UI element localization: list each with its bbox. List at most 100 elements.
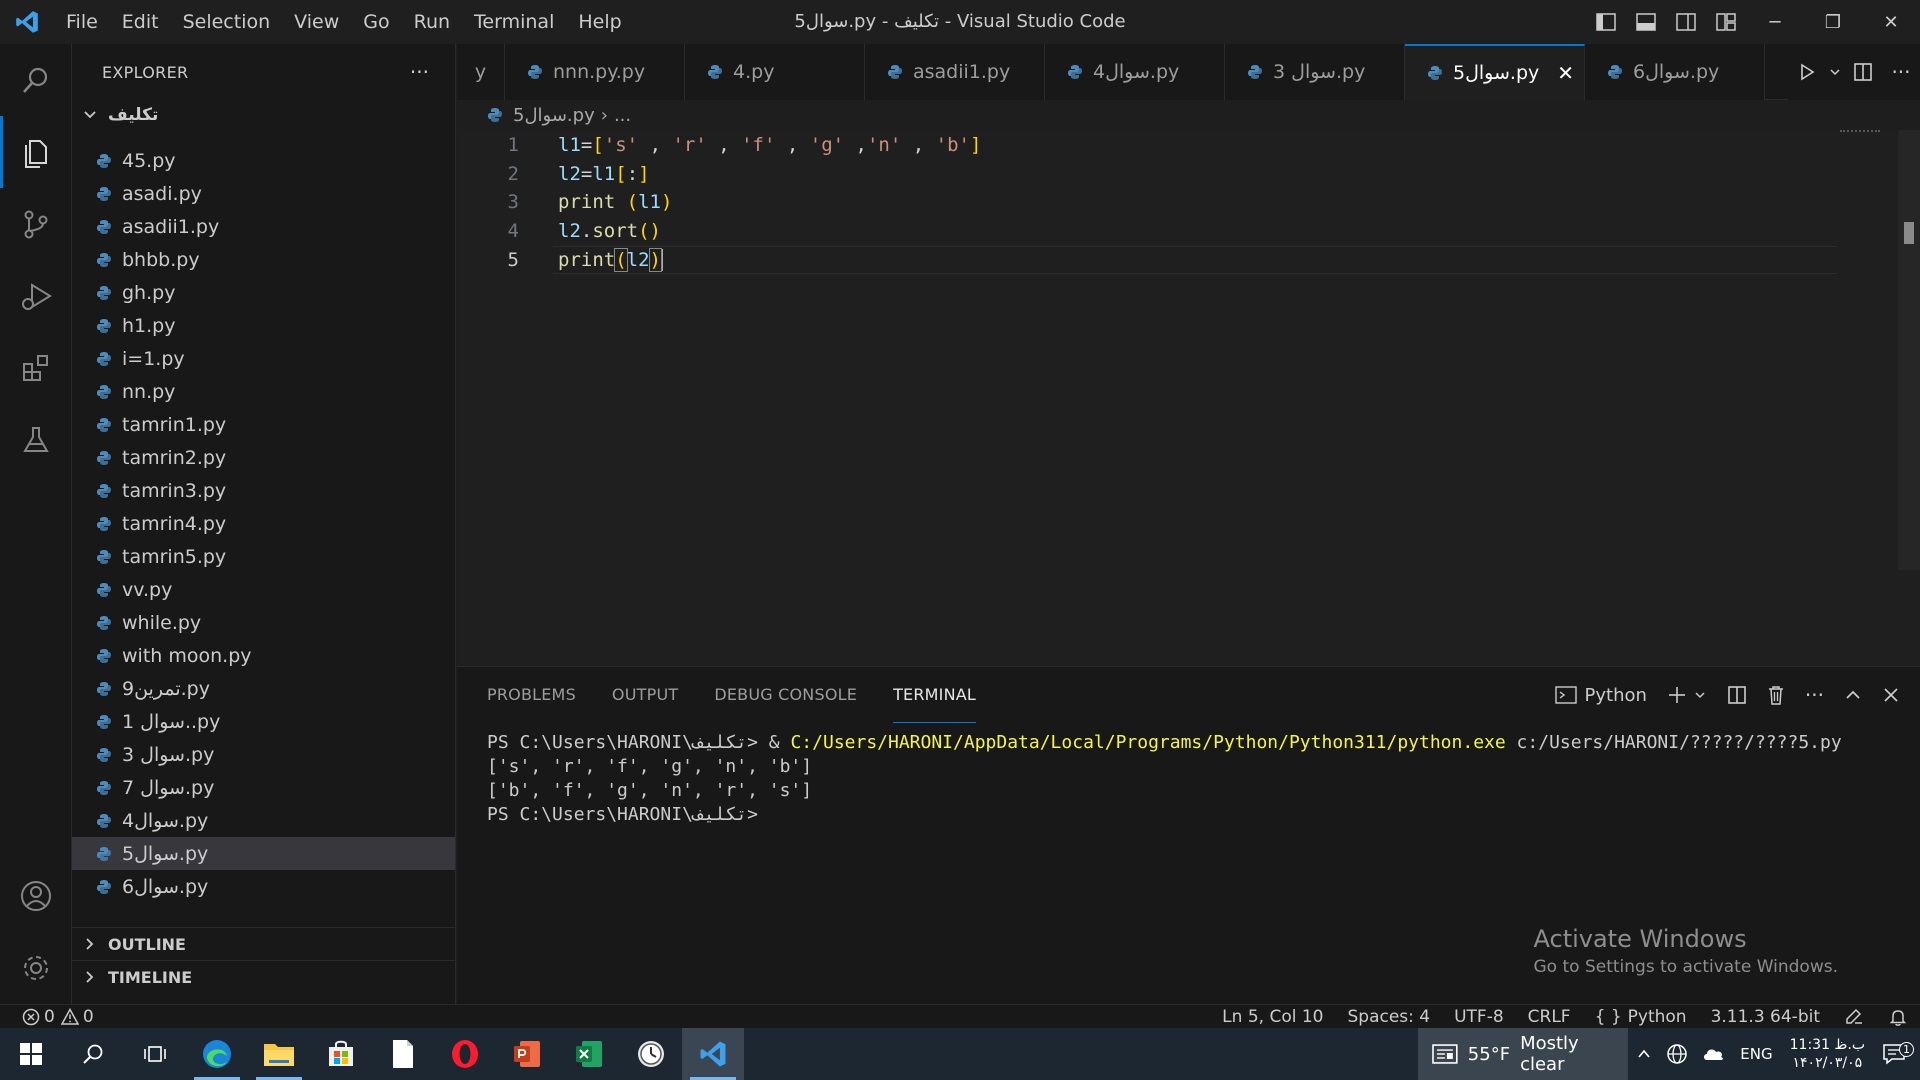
close-panel-icon[interactable] [1872,667,1910,723]
file-item[interactable]: h1.py [72,309,455,342]
run-dropdown-chevron-icon[interactable] [1826,44,1844,100]
accounts-icon[interactable] [0,860,72,932]
terminal-output[interactable]: PS C:\Users\HARONI\تکلیف> & C:/Users/HAR… [487,731,1842,827]
tab-debug-console[interactable]: DEBUG CONSOLE [714,667,857,723]
file-item[interactable]: 5سوال.py [72,837,455,870]
minimize-button[interactable]: ─ [1746,0,1804,44]
file-item[interactable]: tamrin5.py [72,540,455,573]
file-item[interactable]: vv.py [72,573,455,606]
maximize-panel-chevron-up-icon[interactable] [1834,667,1872,723]
task-view-icon[interactable] [124,1028,186,1080]
minimap[interactable] [1840,130,1880,136]
tab-output[interactable]: OUTPUT [612,667,678,723]
more-actions-icon[interactable]: ··· [1882,44,1920,100]
notification-center-icon[interactable]: 1 [1875,1042,1920,1065]
menu-terminal[interactable]: Terminal [462,0,566,44]
menu-run[interactable]: Run [402,0,462,44]
file-item[interactable]: 1 سوال..py [72,705,455,738]
microsoft-store-icon[interactable] [310,1028,372,1080]
file-item[interactable]: 4سوال.py [72,804,455,837]
testing-icon[interactable] [0,404,72,476]
opera-browser-icon[interactable] [434,1028,496,1080]
end-of-line[interactable]: CRLF [1516,1007,1583,1027]
toggle-primary-sidebar-icon[interactable] [1586,0,1626,44]
manage-gear-icon[interactable] [0,932,72,1004]
menu-go[interactable]: Go [351,0,401,44]
file-item[interactable]: with moon.py [72,639,455,672]
language-mode[interactable]: { } Python [1583,1007,1699,1027]
restore-button[interactable]: ❐ [1804,0,1862,44]
clock[interactable]: 11:31 ب.ظ ۱۴۰۲/۰۳/۰۵ [1780,1036,1875,1072]
editor-tab[interactable]: asadii1.py [865,44,1045,100]
split-editor-icon[interactable] [1844,44,1882,100]
vscode-logo-icon[interactable] [0,0,54,44]
close-button[interactable]: ✕ [1862,0,1920,44]
editor-tab[interactable]: 4.py [685,44,865,100]
show-hidden-icons-chevron-up-icon[interactable] [1629,1046,1659,1062]
extensions-icon[interactable] [0,332,72,404]
file-item[interactable]: 6سوال.py [72,870,455,903]
edge-browser-icon[interactable] [186,1028,248,1080]
file-item[interactable]: gh.py [72,276,455,309]
file-item[interactable]: 9تمرین.py [72,672,455,705]
file-item[interactable]: tamrin2.py [72,441,455,474]
file-item[interactable]: tamrin1.py [72,408,455,441]
panel-more-icon[interactable]: ··· [1795,667,1834,723]
menu-view[interactable]: View [282,0,351,44]
file-explorer-icon[interactable] [248,1028,310,1080]
explorer-icon[interactable] [0,116,72,188]
search-icon[interactable] [0,44,72,116]
notifications-bell-icon[interactable] [1876,1007,1920,1027]
menu-help[interactable]: Help [566,0,633,44]
file-item[interactable]: 3 سوال.py [72,738,455,771]
split-terminal-icon[interactable] [1717,667,1757,723]
tab-terminal[interactable]: TERMINAL [893,667,977,723]
powerpoint-icon[interactable] [496,1028,558,1080]
new-terminal-plus-icon[interactable] [1657,667,1717,723]
file-item[interactable]: tamrin4.py [72,507,455,540]
network-globe-icon[interactable] [1659,1043,1695,1065]
breadcrumb-file[interactable]: 5سوال.py [513,105,595,126]
taskbar-search-icon[interactable] [62,1028,124,1080]
code-editor[interactable]: 1 l1=['s' , 'r' , 'f' , 'g' ,'n' , 'b'] … [457,130,1920,665]
source-control-icon[interactable] [0,188,72,260]
excel-icon[interactable] [558,1028,620,1080]
customize-layout-icon[interactable] [1706,0,1746,44]
notepad-file-icon[interactable] [372,1028,434,1080]
clock-app-icon[interactable] [620,1028,682,1080]
feedback-icon[interactable] [1832,1007,1876,1027]
breadcrumb-symbols[interactable]: ... [614,105,631,126]
tab-active-file[interactable]: 5سوال.py ✕ [1405,44,1585,100]
editor-tab[interactable]: 3 سوال.py [1225,44,1405,100]
file-item[interactable]: bhbb.py [72,243,455,276]
kill-terminal-trash-icon[interactable] [1757,667,1795,723]
folder-row[interactable]: تکلیف [72,100,455,130]
editor-tab[interactable]: nnn.py.py [505,44,685,100]
onedrive-cloud-icon[interactable] [1695,1044,1733,1064]
explorer-more-icon[interactable]: ··· [410,60,429,84]
weather-widget[interactable]: 55°F Mostly clear [1418,1028,1628,1080]
problems-status[interactable]: 0 0 [0,1007,94,1027]
file-encoding[interactable]: UTF-8 [1442,1007,1516,1027]
python-interpreter[interactable]: 3.11.3 64-bit [1699,1007,1832,1027]
file-item[interactable]: 7 سوال.py [72,771,455,804]
menu-file[interactable]: File [54,0,110,44]
input-language[interactable]: ENG [1733,1045,1779,1063]
editor-tab[interactable]: 6سوال.py [1585,44,1765,100]
run-python-icon[interactable] [1788,44,1826,100]
indentation[interactable]: Spaces: 4 [1335,1007,1442,1027]
tab-close-icon[interactable]: ✕ [1557,61,1574,85]
file-item[interactable]: asadi.py [72,177,455,210]
editor-tab[interactable]: y [457,44,505,100]
file-item[interactable]: asadii1.py [72,210,455,243]
terminal-profile[interactable]: Python [1545,667,1657,723]
tab-problems[interactable]: PROBLEMS [487,667,576,723]
file-item[interactable]: nn.py [72,375,455,408]
windows-start-icon[interactable] [0,1028,62,1080]
file-item[interactable]: 45.py [72,144,455,177]
cursor-position[interactable]: Ln 5, Col 10 [1210,1007,1335,1027]
vertical-scrollbar[interactable] [1898,130,1920,570]
menu-edit[interactable]: Edit [110,0,171,44]
toggle-panel-icon[interactable] [1626,0,1666,44]
outline-section[interactable]: OUTLINE [72,927,455,960]
